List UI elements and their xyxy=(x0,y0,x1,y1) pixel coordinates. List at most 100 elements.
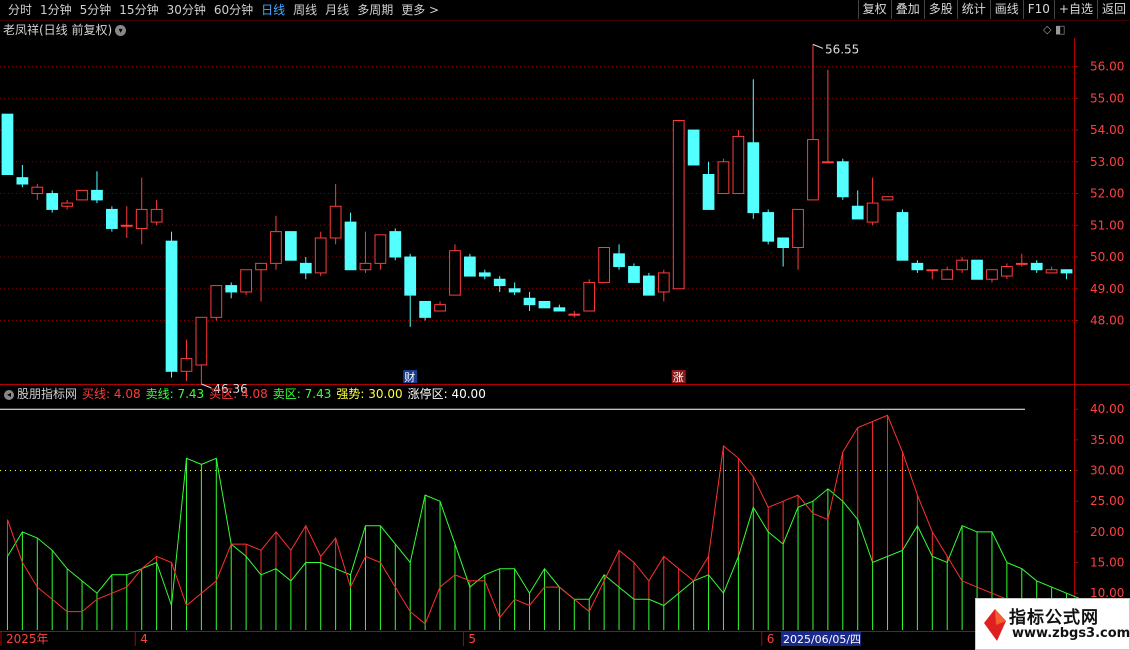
candle-body xyxy=(717,161,730,195)
indicator-value: 买区: 4.08 xyxy=(209,387,268,401)
candle-body xyxy=(598,247,610,283)
candle-body xyxy=(896,212,909,261)
indicator-label: 涨停区: xyxy=(407,387,448,401)
indicator-number: 40.00 xyxy=(447,387,486,401)
price-tick-label: 50.00 xyxy=(1090,250,1124,264)
candle-body xyxy=(583,281,596,312)
candle-body xyxy=(732,135,745,195)
collapse-icon[interactable]: ◂ xyxy=(4,389,14,400)
candle-body xyxy=(449,250,461,296)
candle-body xyxy=(777,237,789,249)
candle-body xyxy=(792,208,804,249)
indicator-tick-label: 35.00 xyxy=(1090,433,1124,447)
indicator-value: 涨停区: 40.00 xyxy=(408,387,486,401)
candle-body xyxy=(419,300,431,318)
indicator-tick-label: 15.00 xyxy=(1090,556,1124,570)
candle-body xyxy=(851,205,864,220)
candle-body xyxy=(314,237,327,274)
candle-body xyxy=(299,262,312,274)
candle-body xyxy=(91,189,103,201)
event-marker: 财 xyxy=(404,370,415,384)
candle-body xyxy=(881,196,894,201)
indicator-value: 卖区: 7.43 xyxy=(273,387,332,401)
indicator-number: 7.43 xyxy=(300,387,332,401)
indicator-tick-label: 40.00 xyxy=(1090,402,1124,416)
candle-body xyxy=(31,186,44,195)
candle-body xyxy=(225,285,238,293)
candle-body xyxy=(180,358,193,372)
watermark-title: 指标公式网 xyxy=(1009,608,1099,628)
date-axis-label: 4 xyxy=(140,632,148,646)
indicator-label: 强势: xyxy=(336,387,365,401)
candle-body xyxy=(210,285,223,318)
candle-body xyxy=(1,113,14,175)
candle-body xyxy=(538,300,551,309)
candle-body xyxy=(1001,266,1013,277)
candle-body xyxy=(836,161,849,198)
candle-body xyxy=(195,316,208,366)
candle-body xyxy=(657,272,670,293)
candle-body xyxy=(568,313,581,316)
indicator-label: 卖区: xyxy=(272,387,301,401)
candle-body xyxy=(807,139,819,201)
candle-body xyxy=(493,278,506,287)
cursor-date-label: 2025/06/05/四 xyxy=(783,633,861,646)
candle-body xyxy=(1060,269,1073,274)
candle-body xyxy=(240,269,252,293)
candle-body xyxy=(702,173,715,210)
stock-chart[interactable]: 56.00 55.00 54.00 53.00 52.00 51.00 50.00 49.00… xyxy=(0,0,1130,650)
price-tick-label: 48.00 xyxy=(1090,314,1124,328)
candle-body xyxy=(762,212,775,242)
price-tick-label: 53.00 xyxy=(1090,155,1124,169)
candle-body xyxy=(150,208,163,223)
candle-body xyxy=(643,275,655,296)
indicator-tick-label: 20.00 xyxy=(1090,525,1124,539)
indicator-number: 4.08 xyxy=(237,387,268,401)
candle-body xyxy=(404,256,417,296)
indicator-label: 卖线: xyxy=(145,387,174,401)
indicator-number: 7.43 xyxy=(173,387,205,401)
candle-body xyxy=(46,193,59,210)
price-tick-label: 54.00 xyxy=(1090,123,1124,137)
candle-body xyxy=(389,231,402,258)
indicator-value: 强势: 30.00 xyxy=(336,387,402,401)
candle-body xyxy=(16,177,29,185)
candle-body xyxy=(956,259,968,271)
candle-body xyxy=(359,262,372,271)
candle-body xyxy=(270,231,282,264)
candle-body xyxy=(135,208,148,229)
indicator-label: 买区: xyxy=(209,387,238,401)
indicator-value: 卖线: 7.43 xyxy=(146,387,205,401)
candle-body xyxy=(464,256,476,277)
candle-body xyxy=(926,269,939,272)
indicator-tick-label: 30.00 xyxy=(1090,464,1124,478)
candle-body xyxy=(255,262,267,271)
high-pointer xyxy=(812,43,824,49)
indicator-header: ◂ 股朋指标网 买线: 4.08 卖线: 7.43 买区: 4.08 卖区: 7.43 强势… xyxy=(4,387,491,402)
candle-body xyxy=(941,269,954,280)
candle-body xyxy=(747,142,760,214)
candle-body xyxy=(971,259,983,280)
logo-icon xyxy=(984,609,1006,641)
indicator-number: 30.00 xyxy=(364,387,403,401)
candle-body xyxy=(911,262,924,271)
candle-body xyxy=(1030,262,1043,271)
candle-body xyxy=(106,208,118,229)
candle-body xyxy=(344,221,357,271)
candle-body xyxy=(1045,269,1058,274)
price-tick-label: 55.00 xyxy=(1090,91,1124,105)
price-tick-label: 56.00 xyxy=(1090,60,1124,74)
indicator-label: 买线: xyxy=(82,387,111,401)
candle-body xyxy=(329,205,342,239)
candle-body xyxy=(76,189,88,201)
indicator-name: 股朋指标网 xyxy=(17,387,78,401)
high-price-label: 56.55 xyxy=(825,42,859,56)
watermark-url: www.zbgs3.com xyxy=(1012,626,1130,641)
candle-body xyxy=(61,202,73,207)
price-tick-label: 52.00 xyxy=(1090,187,1124,201)
indicator-value: 买线: 4.08 xyxy=(82,387,141,401)
sell-line xyxy=(7,457,1097,612)
candle-body xyxy=(508,288,521,293)
event-marker: 涨 xyxy=(673,371,684,384)
candle-body xyxy=(613,253,625,268)
